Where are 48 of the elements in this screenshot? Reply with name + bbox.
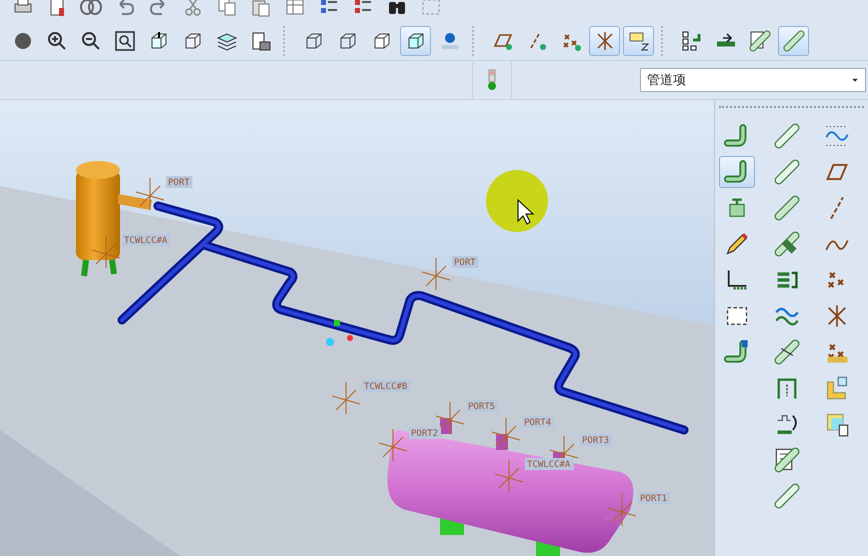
notes-pipe-icon bbox=[774, 447, 800, 473]
cursor-highlight bbox=[486, 170, 548, 232]
move-handle bbox=[326, 320, 353, 346]
pipe-icon bbox=[774, 159, 800, 185]
datum-label: PORT5 bbox=[466, 400, 498, 412]
paste-icon bbox=[250, 0, 272, 18]
filter-dropdown[interactable]: 管道项 bbox=[640, 68, 866, 92]
coordinate-triad bbox=[332, 382, 360, 414]
annotation-icon bbox=[628, 30, 650, 52]
pipe-icon bbox=[774, 195, 800, 221]
datum-label: PORT bbox=[166, 176, 192, 188]
datum-label: TCWLCC#B bbox=[362, 380, 411, 392]
tee-icon bbox=[774, 231, 800, 257]
datum-label: PORT bbox=[452, 256, 478, 268]
coordinate-triad bbox=[422, 258, 450, 290]
corner-cube-icon bbox=[824, 375, 850, 401]
datum-label: PORT3 bbox=[580, 434, 612, 446]
datum-label: PORT2 bbox=[409, 427, 441, 439]
coordinate-triad bbox=[608, 494, 636, 526]
datum-label: PORT4 bbox=[522, 416, 554, 428]
pipe-icon bbox=[774, 483, 800, 509]
coordinate-triad bbox=[136, 178, 164, 210]
datum-label: TCWLCC#A bbox=[122, 234, 171, 246]
coordinate-triad bbox=[492, 418, 520, 450]
datum-label: PORT1 bbox=[638, 492, 670, 504]
checklist-pipe-icon bbox=[748, 30, 770, 52]
toolbar-button[interactable] bbox=[400, 26, 431, 56]
coordinate-triad bbox=[436, 402, 464, 434]
pipe-icon bbox=[782, 30, 804, 52]
pipe-info-icon bbox=[724, 339, 750, 365]
coordinate-triad bbox=[378, 428, 408, 462]
pencil-icon bbox=[724, 231, 750, 257]
copy-icon bbox=[216, 0, 238, 18]
coordinate-triad bbox=[494, 460, 524, 492]
zoom-in-icon bbox=[46, 30, 68, 52]
pipe-cut-icon bbox=[774, 339, 800, 365]
toolbar-button[interactable] bbox=[589, 26, 620, 56]
camera-icon bbox=[250, 30, 272, 52]
grid-icon bbox=[680, 30, 702, 52]
datum-label: TCWLCC#A bbox=[525, 458, 574, 470]
toolbar-button[interactable] bbox=[623, 26, 654, 56]
zoom-out-icon bbox=[80, 30, 102, 52]
curve-icon bbox=[824, 123, 850, 149]
coordinate-triad bbox=[92, 236, 120, 268]
copy-surface-icon bbox=[824, 411, 850, 437]
zoom-window-icon bbox=[114, 30, 136, 52]
link-icon bbox=[80, 0, 102, 18]
pipe-icon bbox=[774, 123, 800, 149]
